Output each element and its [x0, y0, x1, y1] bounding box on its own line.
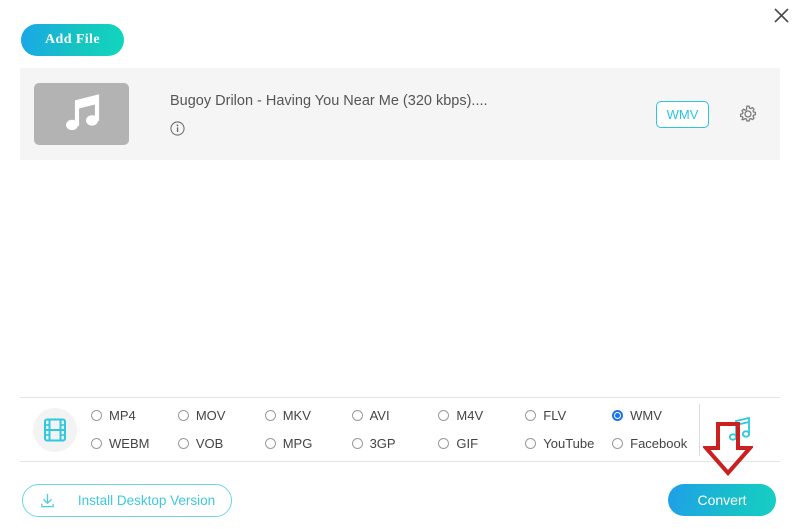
radio-dot	[265, 438, 276, 449]
radio-dot	[525, 410, 536, 421]
format-option-avi[interactable]: AVI	[352, 405, 439, 427]
format-option-label: AVI	[370, 408, 390, 423]
radio-dot	[352, 438, 363, 449]
format-option-label: M4V	[456, 408, 483, 423]
format-option-mpg[interactable]: MPG	[265, 433, 352, 455]
format-selection-panel: MP4 MOV MKV AVI M4V FLV WMV WEBM	[20, 397, 780, 462]
radio-dot	[91, 410, 102, 421]
format-option-flv[interactable]: FLV	[525, 405, 612, 427]
radio-dot	[178, 438, 189, 449]
file-title: Bugoy Drilon - Having You Near Me (320 k…	[170, 92, 656, 110]
format-option-label: WEBM	[109, 436, 149, 451]
radio-dot	[352, 410, 363, 421]
format-options-grid: MP4 MOV MKV AVI M4V FLV WMV WEBM	[91, 405, 699, 455]
format-option-label: VOB	[196, 436, 223, 451]
format-option-label: Facebook	[630, 436, 687, 451]
radio-dot	[525, 438, 536, 449]
format-option-vob[interactable]: VOB	[178, 433, 265, 455]
format-option-label: MP4	[109, 408, 136, 423]
format-option-mkv[interactable]: MKV	[265, 405, 352, 427]
radio-dot	[612, 410, 623, 421]
add-file-button[interactable]: Add File	[21, 24, 124, 56]
format-option-label: MPG	[283, 436, 313, 451]
audio-category-button[interactable]	[718, 408, 762, 452]
format-option-wmv[interactable]: WMV	[612, 405, 699, 427]
file-output-format-button[interactable]: WMV	[656, 101, 709, 128]
radio-dot	[438, 438, 449, 449]
video-category-button[interactable]	[33, 408, 77, 452]
add-file-area: Add File	[21, 24, 124, 56]
file-list-row[interactable]: Bugoy Drilon - Having You Near Me (320 k…	[20, 68, 780, 160]
format-option-label: YouTube	[543, 436, 594, 451]
format-option-label: MOV	[196, 408, 226, 423]
format-option-webm[interactable]: WEBM	[91, 433, 178, 455]
format-option-mp4[interactable]: MP4	[91, 405, 178, 427]
convert-button[interactable]: Convert	[668, 484, 776, 516]
format-option-facebook[interactable]: Facebook	[612, 433, 699, 455]
radio-dot	[265, 410, 276, 421]
format-option-label: GIF	[456, 436, 478, 451]
install-desktop-version-label: Install Desktop Version	[78, 493, 215, 508]
format-option-m4v[interactable]: M4V	[438, 405, 525, 427]
panel-divider	[699, 404, 700, 456]
music-note-icon	[60, 94, 104, 134]
film-strip-icon	[42, 417, 68, 443]
radio-dot	[438, 410, 449, 421]
radio-dot	[178, 410, 189, 421]
format-option-3gp[interactable]: 3GP	[352, 433, 439, 455]
install-desktop-version-button[interactable]: Install Desktop Version	[22, 484, 232, 517]
close-window-button[interactable]	[768, 2, 794, 28]
format-option-label: FLV	[543, 408, 566, 423]
info-icon[interactable]	[170, 121, 185, 136]
file-meta: Bugoy Drilon - Having You Near Me (320 k…	[170, 92, 656, 136]
download-icon	[39, 492, 56, 509]
format-option-mov[interactable]: MOV	[178, 405, 265, 427]
format-option-label: MKV	[283, 408, 311, 423]
format-option-gif[interactable]: GIF	[438, 433, 525, 455]
format-option-label: WMV	[630, 408, 662, 423]
format-option-label: 3GP	[370, 436, 396, 451]
radio-dot	[91, 438, 102, 449]
format-option-youtube[interactable]: YouTube	[525, 433, 612, 455]
music-note-icon	[725, 415, 755, 445]
file-list: Bugoy Drilon - Having You Near Me (320 k…	[20, 68, 780, 160]
gear-icon[interactable]	[738, 104, 758, 124]
file-thumbnail	[34, 83, 129, 145]
radio-dot	[612, 438, 623, 449]
close-icon	[773, 7, 790, 24]
